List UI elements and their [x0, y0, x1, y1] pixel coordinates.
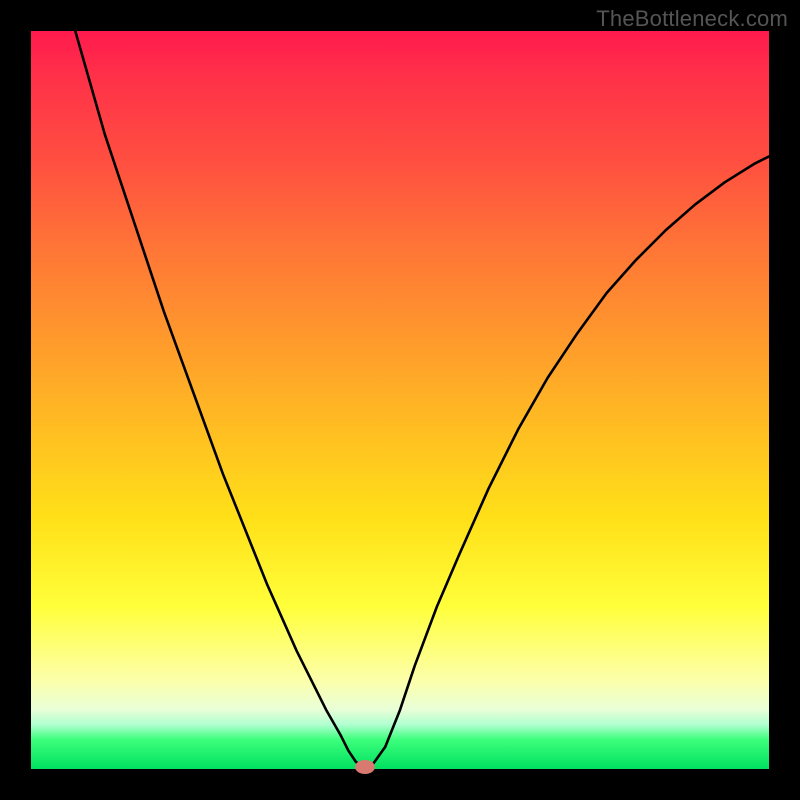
- chart-container: TheBottleneck.com: [0, 0, 800, 800]
- bottleneck-curve: [75, 31, 769, 768]
- gradient-plot-area: [31, 31, 769, 769]
- watermark-text: TheBottleneck.com: [596, 6, 788, 32]
- curve-svg: [31, 31, 769, 769]
- optimal-point-marker: [355, 760, 375, 774]
